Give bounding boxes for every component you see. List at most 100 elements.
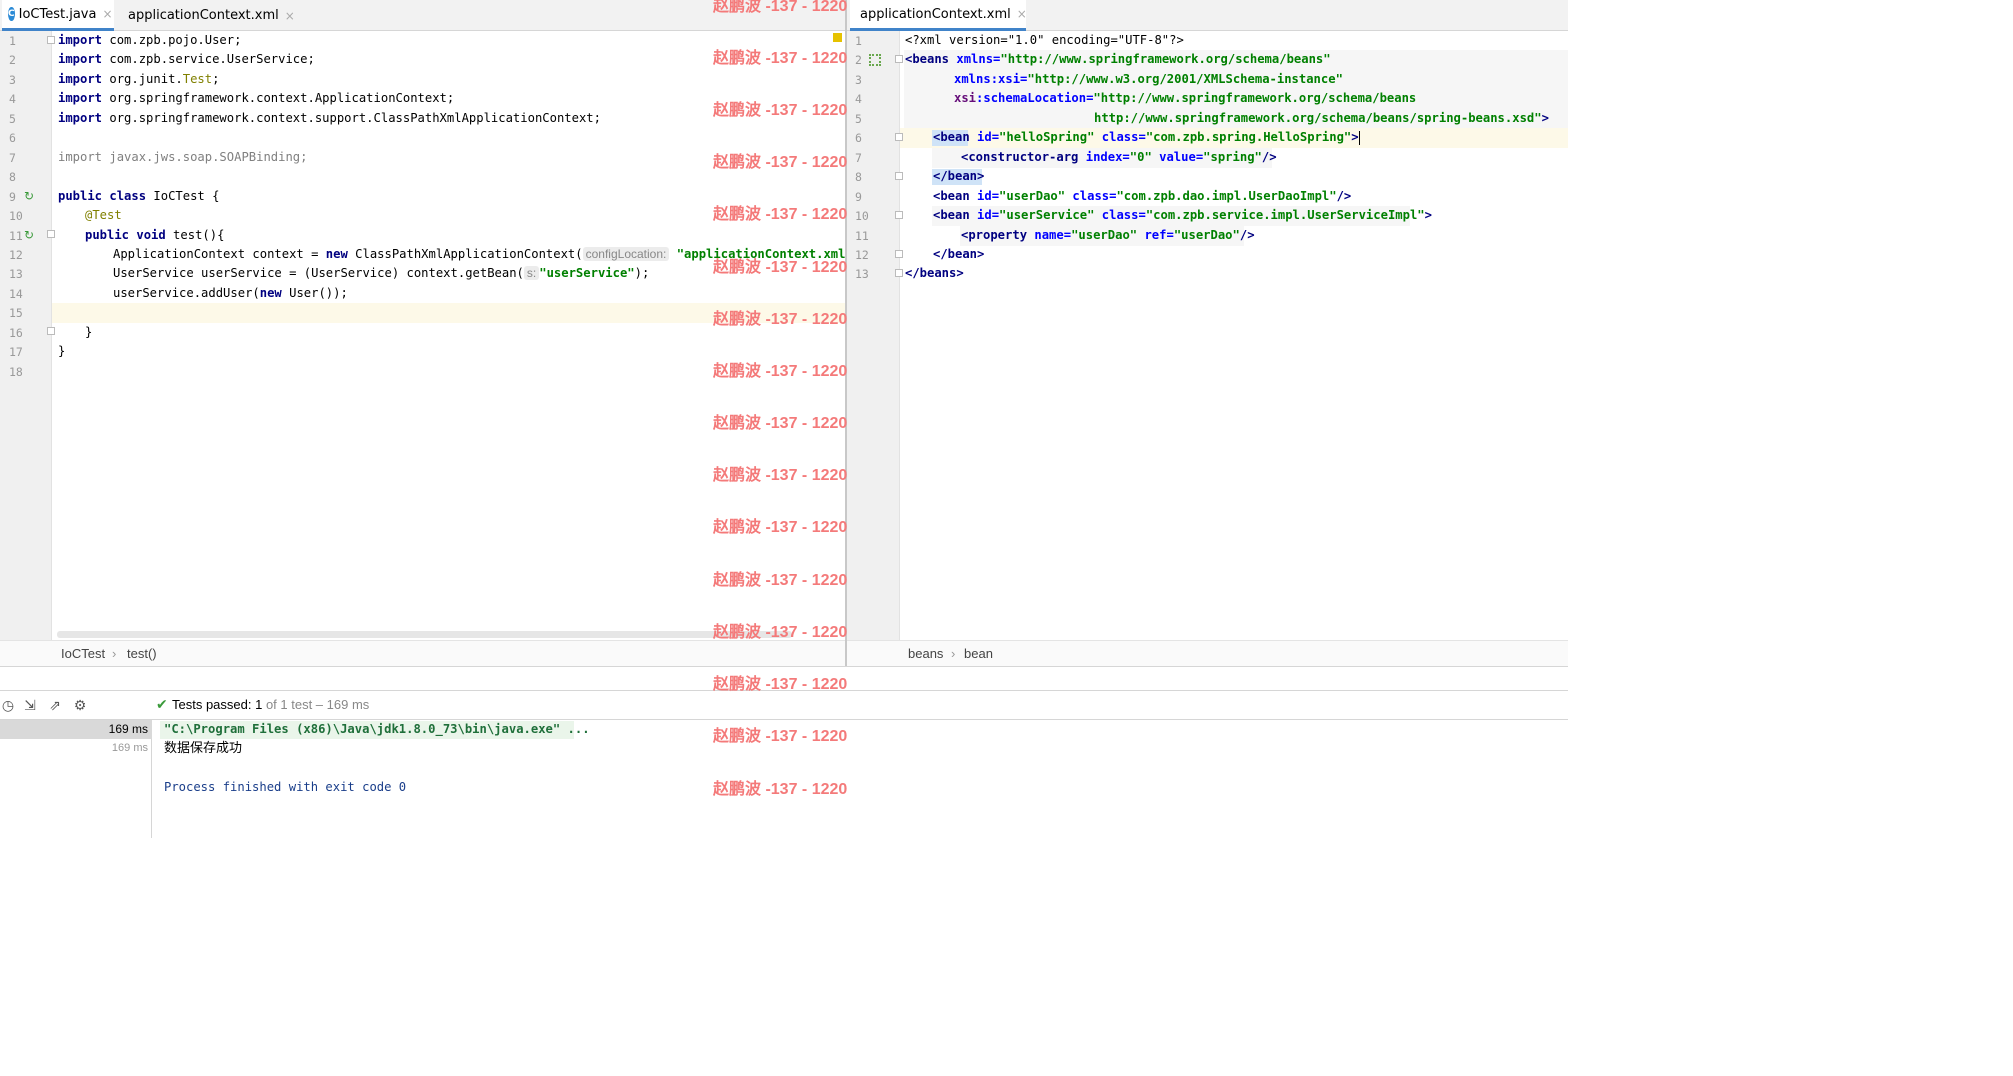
test-passed-check-icon: ✔ xyxy=(156,697,168,713)
watermark-text: 赵鹏波 -137 - 1220 xyxy=(713,311,848,328)
line-number: 12 xyxy=(9,247,23,262)
xml-line: </bean> xyxy=(933,247,985,261)
line-number: 8 xyxy=(855,170,862,185)
xml-line: <property name="userDao" ref="userDao"/> xyxy=(961,228,1255,242)
xml-line: xsi:schemaLocation="http://www.springfra… xyxy=(954,91,1417,105)
code-line-unused-import: import javax.jws.soap.SOAPBinding; xyxy=(58,150,308,164)
xml-line: <bean id="userDao" class="com.zpb.dao.im… xyxy=(933,189,1352,203)
line-number: 18 xyxy=(9,364,23,379)
code-line: } xyxy=(85,325,93,339)
watermark-text: 赵鹏波 -137 - 1220 xyxy=(713,572,848,589)
line-number: 14 xyxy=(9,286,23,301)
code-line: UserService userService = (UserService) … xyxy=(113,266,650,280)
run-toolbar: ◷ ⇲ ⇗ ⚙ ✔ Tests passed: 1 of 1 test – 16… xyxy=(0,690,1568,720)
java-class-icon: C xyxy=(8,7,15,21)
tab-label: applicationContext.xml xyxy=(860,6,1011,22)
xml-line: <?xml version="1.0" encoding="UTF-8"?> xyxy=(905,33,1184,47)
code-line-annotation: @Test xyxy=(85,208,122,222)
code-line: import org.springframework.context.suppo… xyxy=(58,111,601,125)
fold-marker-icon[interactable] xyxy=(47,327,55,335)
xml-line: <bean id="userService" class="com.zpb.se… xyxy=(933,208,1432,222)
watermark-text: 赵鹏波 -137 - 1220 xyxy=(713,519,848,536)
fold-marker-icon[interactable] xyxy=(895,250,903,258)
tab-label: IoCTest.java xyxy=(18,6,97,22)
line-number: 10 xyxy=(9,209,23,224)
fold-marker-icon[interactable] xyxy=(895,55,903,63)
fold-marker-icon[interactable] xyxy=(47,36,55,44)
watermark-text: 赵鹏波 -137 - 1220 xyxy=(713,206,848,223)
line-number: 6 xyxy=(855,131,862,146)
breadcrumb-item[interactable]: bean xyxy=(964,642,993,666)
line-number: 15 xyxy=(9,306,23,321)
line-number: 3 xyxy=(855,72,862,87)
test-time: 169 ms xyxy=(108,722,148,736)
watermark-text: 赵鹏波 -137 - 1220 xyxy=(713,415,848,432)
test-status: Tests passed: 1 of 1 test – 169 ms xyxy=(172,697,370,712)
text-cursor xyxy=(1358,130,1360,145)
watermark-text: 赵鹏波 -137 - 1220 xyxy=(713,50,848,67)
tab-applicationcontext-xml-right[interactable]: applicationContext.xml × xyxy=(850,0,1027,31)
code-line: import org.springframework.context.Appli… xyxy=(58,91,455,105)
close-icon[interactable]: × xyxy=(102,7,112,21)
line-number: 9 xyxy=(9,189,16,204)
fold-marker-icon[interactable] xyxy=(895,211,903,219)
run-test-icon[interactable]: ↻ xyxy=(24,189,34,203)
breadcrumb-item[interactable]: IoCTest xyxy=(61,642,105,666)
console-command-line: "C:\Program Files (x86)\Java\jdk1.8.0_73… xyxy=(164,722,590,736)
watermark-text: 赵鹏波 -137 - 1220 xyxy=(713,467,848,484)
breadcrumb-separator: › xyxy=(112,646,117,661)
xml-line: xmlns:xsi="http://www.w3.org/2001/XMLSch… xyxy=(954,72,1343,86)
xml-line: <bean id="helloSpring" class="com.zpb.sp… xyxy=(933,130,1360,145)
left-gutter xyxy=(0,31,52,642)
line-number: 3 xyxy=(9,72,16,87)
settings-gear-icon[interactable]: ⚙ xyxy=(72,698,88,714)
collapse-all-icon[interactable]: ⇲ xyxy=(22,698,38,714)
spring-bean-gutter-icon[interactable] xyxy=(869,54,881,66)
line-number: 5 xyxy=(855,111,862,126)
line-number: 1 xyxy=(855,34,862,48)
line-number: 4 xyxy=(9,92,16,107)
breadcrumb-item[interactable]: beans xyxy=(908,642,943,666)
run-test-icon[interactable]: ↻ xyxy=(24,228,34,242)
history-icon[interactable]: ◷ xyxy=(0,698,16,714)
watermark-text: 赵鹏波 -137 - 1220 xyxy=(713,154,848,171)
close-icon[interactable]: × xyxy=(1017,7,1027,21)
watermark-text: 赵鹏波 -137 - 1220 xyxy=(713,363,848,380)
line-number: 11 xyxy=(855,228,869,243)
line-number: 9 xyxy=(855,189,862,204)
line-number: 8 xyxy=(9,170,16,185)
xml-line: http://www.springframework.org/schema/be… xyxy=(1094,111,1549,125)
line-number: 13 xyxy=(9,267,23,282)
watermark-text: 赵鹏波 -137 - 1220 xyxy=(713,676,848,693)
close-icon[interactable]: × xyxy=(285,9,295,23)
line-number: 2 xyxy=(9,53,16,68)
line-number: 17 xyxy=(9,345,23,360)
fold-marker-icon[interactable] xyxy=(895,269,903,277)
code-line: import com.zpb.service.UserService; xyxy=(58,52,315,66)
tab-ioctest-java[interactable]: C IoCTest.java × xyxy=(2,0,114,31)
line-number: 1 xyxy=(9,34,16,48)
line-number: 6 xyxy=(9,131,16,146)
fold-marker-icon[interactable] xyxy=(895,133,903,141)
line-number: 2 xyxy=(855,53,862,68)
tab-applicationcontext-xml-left[interactable]: applicationContext.xml × xyxy=(118,0,295,31)
tab-label: applicationContext.xml xyxy=(128,8,279,23)
test-time: 169 ms xyxy=(111,742,148,754)
line-number: 13 xyxy=(855,267,869,282)
xml-line: </beans> xyxy=(905,266,964,280)
parameter-hint: configLocation: xyxy=(582,247,670,261)
export-icon[interactable]: ⇗ xyxy=(47,698,63,714)
line-number: 4 xyxy=(855,92,862,107)
horizontal-scrollbar[interactable] xyxy=(57,631,792,638)
warning-marker-icon[interactable] xyxy=(833,33,842,42)
line-number: 7 xyxy=(9,150,16,165)
line-number: 12 xyxy=(855,247,869,262)
xml-line: </bean> xyxy=(933,169,985,183)
fold-marker-icon[interactable] xyxy=(47,230,55,238)
code-line: userService.addUser(new User()); xyxy=(113,286,348,300)
code-line: } xyxy=(58,344,66,358)
breadcrumb-item[interactable]: test() xyxy=(127,642,157,666)
parameter-hint: s: xyxy=(523,266,540,280)
console-exit-line: Process finished with exit code 0 xyxy=(164,780,407,794)
fold-marker-icon[interactable] xyxy=(895,172,903,180)
